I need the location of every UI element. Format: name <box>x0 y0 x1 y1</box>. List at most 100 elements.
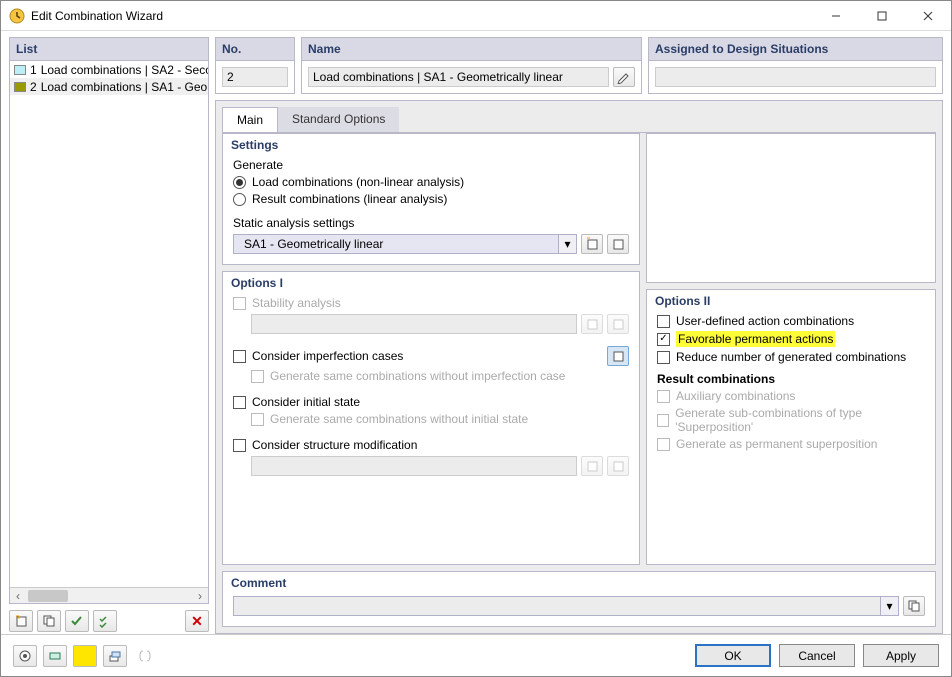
comment-combo[interactable]: ▾ <box>233 596 899 616</box>
scroll-right-arrow[interactable]: › <box>192 588 208 604</box>
edit-name-button[interactable] <box>613 67 635 87</box>
window-title: Edit Combination Wizard <box>31 9 813 23</box>
list-item[interactable]: 2 Load combinations | SA1 - Geom <box>10 78 208 95</box>
static-label: Static analysis settings <box>233 216 629 230</box>
stability-checkbox: Stability analysis <box>233 296 629 310</box>
color-swatch <box>14 65 26 75</box>
initialstate-sub-checkbox: Generate same combinations without initi… <box>251 412 629 426</box>
structmod-input <box>251 456 577 476</box>
no-field: No. <box>215 37 295 94</box>
cancel-button[interactable]: Cancel <box>779 644 855 667</box>
bottom-bar: OK Cancel Apply <box>1 634 951 676</box>
imperfection-sub-checkbox: Generate same combinations without imper… <box>251 369 629 383</box>
maximize-button[interactable] <box>859 1 905 31</box>
window: Edit Combination Wizard List 1 Load comb… <box>0 0 952 677</box>
check-button[interactable] <box>65 610 89 632</box>
tabbar: Main Standard Options <box>216 101 942 132</box>
delete-button[interactable]: ✕ <box>185 610 209 632</box>
settings-title: Settings <box>231 138 629 152</box>
sidebar: List 1 Load combinations | SA2 - Secon 2… <box>9 37 209 634</box>
list-item-number: 2 <box>30 80 37 94</box>
comment-button[interactable] <box>903 596 925 616</box>
checkbox-label: Auxiliary combinations <box>676 389 795 403</box>
checkbox-icon <box>251 413 264 426</box>
scroll-thumb[interactable] <box>28 590 68 602</box>
comment-group: Comment ▾ <box>222 571 936 627</box>
checkbox-icon <box>657 351 670 364</box>
app-icon <box>9 8 25 24</box>
apply-button[interactable]: Apply <box>863 644 939 667</box>
aux-checkbox: Auxiliary combinations <box>657 389 925 403</box>
radio-label: Load combinations (non-linear analysis) <box>252 175 464 189</box>
content: List 1 Load combinations | SA2 - Secon 2… <box>1 31 951 634</box>
result-combinations-heading: Result combinations <box>657 372 925 386</box>
options1-group: Options I Stability analysis <box>222 271 640 565</box>
tab-main[interactable]: Main <box>222 107 278 133</box>
checkbox-label: Favorable permanent actions <box>676 331 835 347</box>
imperfection-checkbox[interactable]: Consider imperfection cases <box>233 346 629 366</box>
checkbox-icon <box>657 390 670 403</box>
no-input[interactable] <box>222 67 288 87</box>
list-item-number: 1 <box>30 63 37 77</box>
checkbox-label: User-defined action combinations <box>676 314 854 328</box>
window-buttons <box>813 1 951 31</box>
units-button[interactable] <box>43 645 67 667</box>
assigned-label: Assigned to Design Situations <box>648 37 943 60</box>
chevron-down-icon[interactable]: ▾ <box>559 234 577 254</box>
edit-structmod-button <box>607 456 629 476</box>
tab-standard-options[interactable]: Standard Options <box>278 107 399 132</box>
checkbox-label: Consider imperfection cases <box>252 349 403 363</box>
checkbox-icon <box>233 297 246 310</box>
tab-container: Main Standard Options Settings Generate … <box>215 100 943 634</box>
radio-icon <box>233 193 246 206</box>
minimize-button[interactable] <box>813 1 859 31</box>
checkbox-icon <box>657 438 670 451</box>
checkbox-label: Stability analysis <box>252 296 341 310</box>
list-item-label: Load combinations | SA1 - Geom <box>41 80 209 94</box>
help-button[interactable] <box>13 645 37 667</box>
ok-button[interactable]: OK <box>695 644 771 667</box>
list-item-label: Load combinations | SA2 - Secon <box>41 63 209 77</box>
checkbox-label: Consider structure modification <box>252 438 417 452</box>
scroll-left-arrow[interactable]: ‹ <box>10 588 26 604</box>
static-analysis-combo[interactable]: SA1 - Geometrically linear ▾ <box>233 234 577 254</box>
structmod-checkbox[interactable]: Consider structure modification <box>233 438 629 452</box>
new-static-button[interactable] <box>581 234 603 254</box>
favorable-checkbox[interactable]: Favorable permanent actions <box>657 331 925 347</box>
name-input[interactable] <box>308 67 609 87</box>
close-button[interactable] <box>905 1 951 31</box>
list-box[interactable]: 1 Load combinations | SA2 - Secon 2 Load… <box>9 60 209 604</box>
layers-button[interactable] <box>103 645 127 667</box>
gensub-checkbox: Generate sub-combinations of type 'Super… <box>657 406 925 434</box>
initialstate-checkbox[interactable]: Consider initial state <box>233 395 629 409</box>
checkbox-label: Generate as permanent superposition <box>676 437 877 451</box>
new-button[interactable] <box>9 610 33 632</box>
userdef-checkbox[interactable]: User-defined action combinations <box>657 314 925 328</box>
assigned-field: Assigned to Design Situations <box>648 37 943 94</box>
copy-button[interactable] <box>37 610 61 632</box>
options2-title: Options II <box>655 294 925 308</box>
script-button[interactable] <box>133 645 157 667</box>
edit-stability-button <box>607 314 629 334</box>
combo-value: SA1 - Geometrically linear <box>244 237 383 251</box>
list-toolbar: ✕ <box>9 608 209 634</box>
no-label: No. <box>215 37 295 60</box>
comment-title: Comment <box>231 576 925 590</box>
new-structmod-button <box>581 456 603 476</box>
generate-label: Generate <box>233 158 629 172</box>
checkbox-icon <box>233 439 246 452</box>
edit-static-button[interactable] <box>607 234 629 254</box>
generate-nonlinear-radio[interactable]: Load combinations (non-linear analysis) <box>233 175 629 189</box>
list-item[interactable]: 1 Load combinations | SA2 - Secon <box>10 61 208 78</box>
assigned-input[interactable] <box>655 67 936 87</box>
reduce-checkbox[interactable]: Reduce number of generated combinations <box>657 350 925 364</box>
color-button[interactable] <box>73 645 97 667</box>
horizontal-scrollbar[interactable]: ‹ › <box>10 587 208 603</box>
header-fields: No. Name Assigned to Design Situations <box>215 37 943 94</box>
left-column: Settings Generate Load combinations (non… <box>222 133 640 565</box>
genperm-checkbox: Generate as permanent superposition <box>657 437 925 451</box>
imperfection-settings-button[interactable] <box>607 346 629 366</box>
generate-linear-radio[interactable]: Result combinations (linear analysis) <box>233 192 629 206</box>
chevron-down-icon[interactable]: ▾ <box>881 596 899 616</box>
check-multi-button[interactable] <box>93 610 117 632</box>
